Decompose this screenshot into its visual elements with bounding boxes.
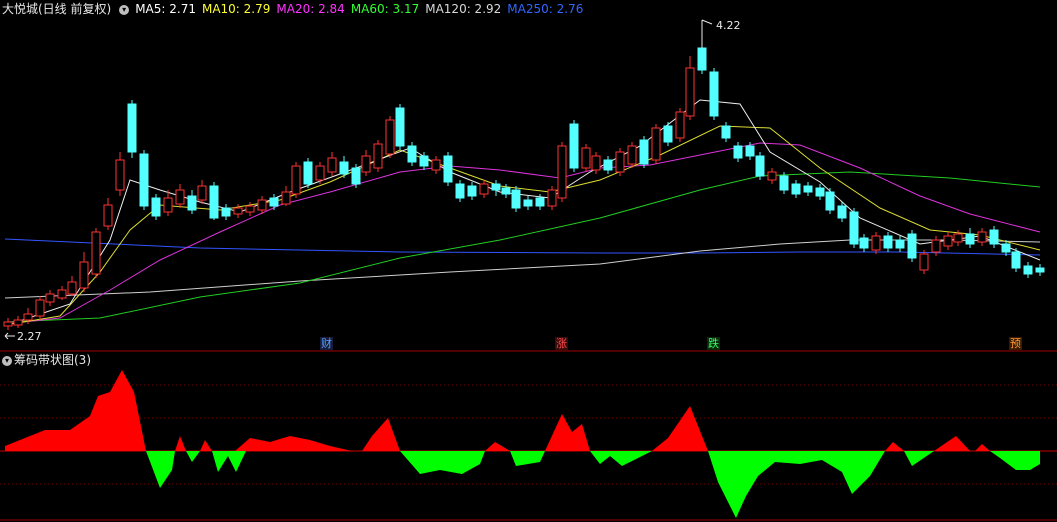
candle-body-40 xyxy=(467,185,477,197)
candle-body-58 xyxy=(675,111,685,139)
candle-body-89 xyxy=(1035,267,1045,273)
candle-body-9 xyxy=(103,204,113,227)
candle-body-43 xyxy=(501,187,511,195)
candle-body-64 xyxy=(745,145,755,157)
candle-body-20 xyxy=(233,207,243,215)
candle-body-76 xyxy=(883,235,893,249)
candle-body-38 xyxy=(443,155,453,183)
candle-body-87 xyxy=(1011,251,1021,269)
candle-body-68 xyxy=(791,183,801,195)
candle-body-57 xyxy=(663,125,673,143)
candle-body-37 xyxy=(431,159,441,171)
candle-body-5 xyxy=(57,289,67,299)
candle-body-50 xyxy=(581,147,591,169)
candle-body-10 xyxy=(115,159,125,191)
candle-body-80 xyxy=(931,239,941,253)
chip-band-positive-area xyxy=(5,370,990,451)
candle-body-53 xyxy=(615,151,625,173)
candle-body-55 xyxy=(639,139,649,165)
candle-body-39 xyxy=(455,183,465,199)
candle-body-21 xyxy=(245,205,255,213)
candle-body-82 xyxy=(953,233,963,243)
ma120-line xyxy=(4,239,1041,299)
candle-body-81 xyxy=(943,235,953,247)
candle-body-70 xyxy=(815,187,825,197)
candle-body-12 xyxy=(139,153,149,207)
candle-body-48 xyxy=(557,145,567,199)
candle-body-52 xyxy=(603,159,613,171)
candle-body-25 xyxy=(291,165,301,195)
candle-body-66 xyxy=(767,171,777,181)
candle-body-7 xyxy=(79,261,89,289)
candle-body-34 xyxy=(395,107,405,147)
candle-body-14 xyxy=(163,197,173,213)
candle-body-41 xyxy=(479,183,489,195)
candle-body-13 xyxy=(151,197,161,217)
candle-body-29 xyxy=(339,161,349,175)
candle-body-1 xyxy=(13,319,23,326)
candle-body-88 xyxy=(1023,265,1033,275)
candle-body-44 xyxy=(511,189,521,209)
candle-body-60 xyxy=(697,47,707,71)
max-price-label: 4.22 xyxy=(716,19,741,32)
candle-body-6 xyxy=(67,281,77,295)
candle-body-8 xyxy=(91,231,101,275)
candle-body-69 xyxy=(803,185,813,193)
candle-body-35 xyxy=(407,145,417,163)
candle-body-63 xyxy=(733,145,743,159)
candle-body-56 xyxy=(651,127,661,161)
candle-body-4 xyxy=(45,293,55,303)
candle-body-46 xyxy=(535,197,545,207)
ma20-line xyxy=(4,142,1041,325)
candle-body-51 xyxy=(591,155,601,171)
candle-body-62 xyxy=(721,125,731,139)
candle-body-3 xyxy=(35,299,45,317)
candle-body-65 xyxy=(755,155,765,177)
candle-body-17 xyxy=(197,185,207,201)
candle-body-2 xyxy=(23,313,33,321)
candle-body-33 xyxy=(385,119,395,155)
candle-body-74 xyxy=(859,237,869,249)
candle-body-19 xyxy=(221,207,231,217)
candle-body-84 xyxy=(977,231,987,243)
candle-body-45 xyxy=(523,199,533,207)
candle-body-49 xyxy=(569,123,579,169)
candle-body-24 xyxy=(281,191,291,205)
candle-body-22 xyxy=(257,199,267,211)
candle-body-67 xyxy=(779,175,789,191)
candle-body-16 xyxy=(187,195,197,211)
candle-body-47 xyxy=(547,189,557,207)
ma10-line xyxy=(4,125,1041,326)
max-price-pointer xyxy=(701,19,713,48)
min-price-pointer xyxy=(4,332,15,340)
candle-body-78 xyxy=(907,233,917,259)
candle-body-72 xyxy=(837,205,847,219)
candle-body-15 xyxy=(175,189,185,205)
candle-body-75 xyxy=(871,235,881,251)
candle-body-79 xyxy=(919,253,929,271)
candle-body-11 xyxy=(127,103,137,153)
candle-body-26 xyxy=(303,161,313,185)
candle-body-18 xyxy=(209,185,219,219)
candle-body-32 xyxy=(373,143,383,169)
candle-body-31 xyxy=(361,155,371,173)
candle-body-36 xyxy=(419,155,429,167)
candle-body-42 xyxy=(491,183,501,191)
candle-body-83 xyxy=(965,233,975,245)
candle-body-59 xyxy=(685,67,695,117)
min-price-label: 2.27 xyxy=(17,330,42,343)
candle-body-28 xyxy=(327,157,337,173)
candle-body-71 xyxy=(825,191,835,211)
candle-body-23 xyxy=(269,197,279,207)
candle-body-54 xyxy=(627,145,637,165)
candle-body-30 xyxy=(351,167,361,185)
candle-body-85 xyxy=(989,229,999,245)
candle-body-86 xyxy=(1001,243,1011,253)
candle-body-0 xyxy=(3,321,13,327)
candle-body-61 xyxy=(709,71,719,117)
stock-chart-canvas[interactable]: 4.22 2.27 xyxy=(0,0,1057,522)
candle-body-77 xyxy=(895,239,905,249)
candle-body-73 xyxy=(849,211,859,245)
candle-body-27 xyxy=(315,165,325,181)
